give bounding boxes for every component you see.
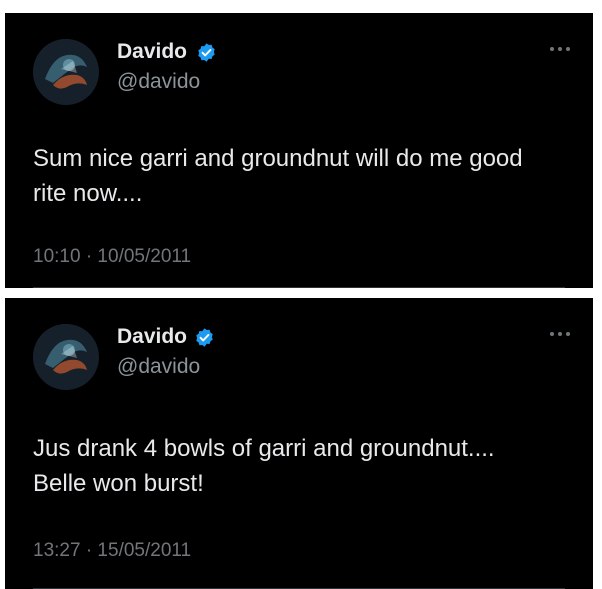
- tweet-text: Jus drank 4 bowls of garri and groundnut…: [33, 431, 573, 501]
- more-options-icon[interactable]: [549, 45, 571, 53]
- tweet-card[interactable]: Davido @davido Sum nice garri and ground…: [5, 13, 593, 288]
- avatar-image-icon: [33, 324, 99, 390]
- tweet-text-line: Belle won burst!: [33, 470, 204, 497]
- display-name[interactable]: Davido: [117, 325, 187, 349]
- divider: [33, 287, 565, 288]
- tweet-text-line: rite now....: [33, 180, 143, 207]
- timestamp[interactable]: 13:27 · 15/05/2011: [33, 540, 191, 562]
- verified-badge-icon: [198, 43, 215, 62]
- handle[interactable]: @davido: [117, 355, 200, 379]
- avatar[interactable]: [33, 324, 99, 390]
- tweet-text-line: Sum nice garri and groundnut will do me …: [33, 145, 523, 172]
- handle[interactable]: @davido: [117, 70, 200, 94]
- display-name[interactable]: Davido: [117, 40, 187, 64]
- more-options-icon[interactable]: [549, 330, 571, 338]
- avatar-image-icon: [33, 39, 99, 105]
- tweet-card[interactable]: Davido @davido Jus drank 4 bowls of garr…: [5, 298, 593, 589]
- verified-badge-icon: [196, 328, 213, 347]
- timestamp[interactable]: 10:10 · 10/05/2011: [33, 246, 191, 268]
- avatar[interactable]: [33, 39, 99, 105]
- tweet-text-line: Jus drank 4 bowls of garri and groundnut…: [33, 435, 495, 462]
- tweet-text: Sum nice garri and groundnut will do me …: [33, 141, 573, 211]
